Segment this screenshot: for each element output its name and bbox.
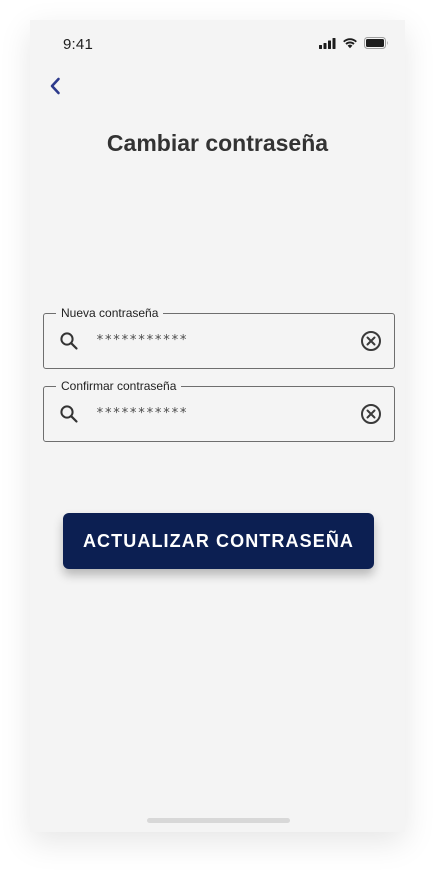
- battery-icon: [364, 37, 388, 49]
- new-password-label: Nueva contraseña: [56, 306, 164, 320]
- update-password-button[interactable]: ACTUALIZAR CONTRASEÑA: [63, 513, 374, 569]
- new-password-field[interactable]: Nueva contraseña: [43, 306, 395, 369]
- search-icon: [60, 332, 78, 350]
- back-button[interactable]: [44, 74, 66, 98]
- clear-circle-icon[interactable]: [360, 403, 382, 425]
- clear-circle-icon[interactable]: [360, 330, 382, 352]
- page-title: Cambiar contraseña: [106, 130, 329, 156]
- cellular-signal-icon: [319, 37, 336, 49]
- confirm-password-input[interactable]: [96, 401, 346, 425]
- new-password-input[interactable]: [96, 328, 346, 352]
- search-icon: [60, 405, 78, 423]
- phone-screen: 9:41 Cambiar contraseña Nueva contraseña…: [30, 20, 405, 832]
- status-time: 9:41: [63, 36, 93, 53]
- status-bar: 9:41: [30, 20, 405, 64]
- status-icons: [319, 37, 389, 49]
- home-indicator: [147, 818, 290, 823]
- wifi-icon: [343, 38, 357, 49]
- confirm-password-label: Confirmar contraseña: [56, 379, 182, 393]
- chevron-left-icon: [50, 77, 60, 95]
- confirm-password-field[interactable]: Confirmar contraseña: [43, 379, 395, 442]
